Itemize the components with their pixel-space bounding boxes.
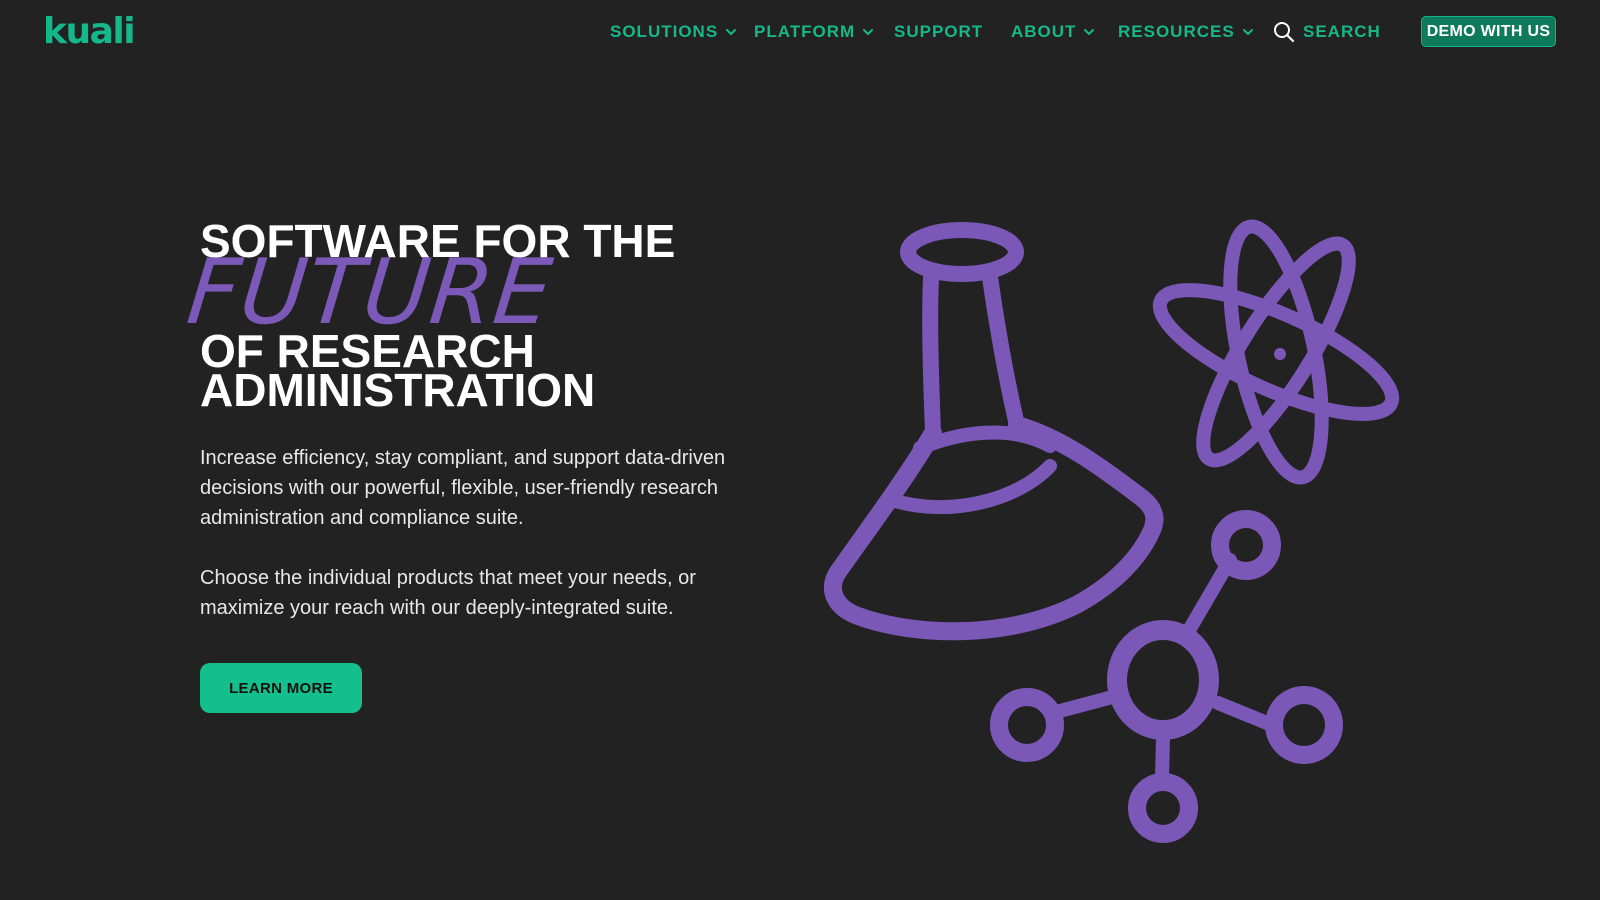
nav-about-label: ABOUT bbox=[1011, 22, 1077, 41]
chevron-down-icon bbox=[1084, 29, 1095, 35]
nav-resources[interactable]: RESOURCES bbox=[1118, 20, 1254, 44]
science-illustration bbox=[823, 219, 1400, 843]
search-icon bbox=[1274, 22, 1295, 43]
chevron-down-icon bbox=[863, 29, 874, 35]
nav-solutions[interactable]: SOLUTIONS bbox=[610, 20, 737, 44]
nav-support-label: SUPPORT bbox=[894, 22, 984, 41]
hero-heading-line-3: ADMINISTRATION bbox=[200, 364, 596, 416]
nav-support[interactable]: SUPPORT bbox=[894, 20, 983, 44]
demo-with-us-button[interactable]: DEMO WITH US bbox=[1421, 16, 1556, 47]
nav-platform[interactable]: PLATFORM bbox=[754, 20, 874, 44]
nav-resources-label: RESOURCES bbox=[1118, 22, 1235, 41]
nav-search[interactable]: SEARCH bbox=[1273, 20, 1381, 44]
top-navigation: kuali SOLUTIONS PLATFORM SUPPORT ABOUT R… bbox=[0, 0, 1600, 64]
hero-description: Increase efficiency, stay compliant, and… bbox=[200, 447, 726, 529]
molecule-icon bbox=[990, 510, 1343, 843]
nav-platform-label: PLATFORM bbox=[754, 22, 856, 41]
learn-more-button[interactable]: LEARN MORE bbox=[200, 663, 362, 713]
chevron-down-icon bbox=[726, 29, 737, 35]
flask-icon bbox=[823, 222, 1164, 641]
kuali-logo[interactable]: kuali bbox=[43, 14, 136, 50]
nav-solutions-label: SOLUTIONS bbox=[610, 22, 719, 41]
hero-subdescription: Choose the individual products that meet… bbox=[200, 567, 696, 619]
chevron-down-icon bbox=[1242, 29, 1253, 35]
atom-icon bbox=[1152, 219, 1400, 485]
nav-about[interactable]: ABOUT bbox=[1011, 20, 1095, 44]
nav-search-label: SEARCH bbox=[1303, 22, 1381, 41]
